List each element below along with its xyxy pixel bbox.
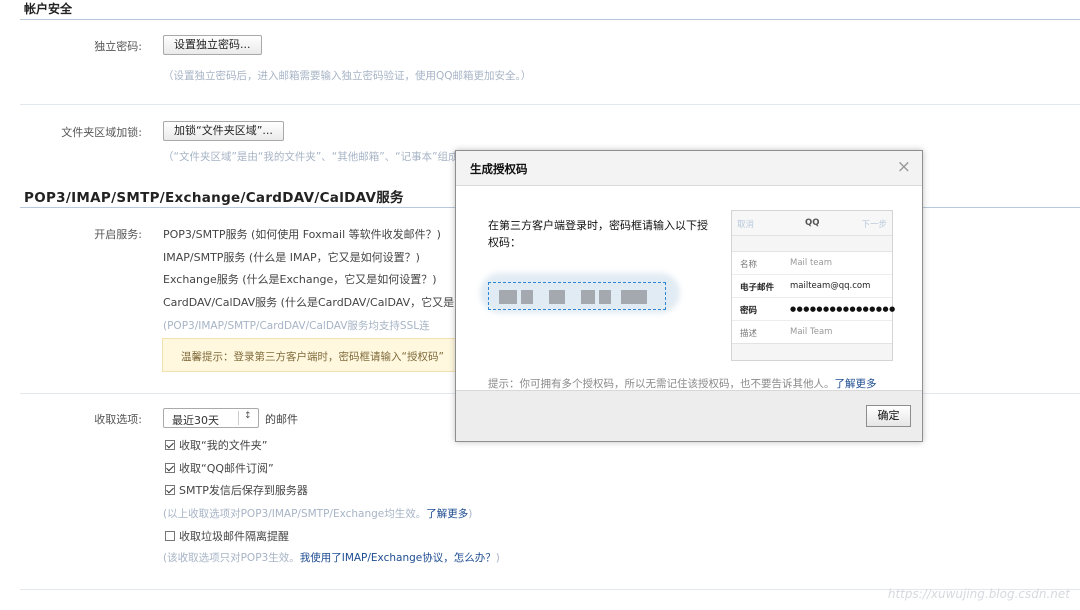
select-separator: [238, 411, 239, 425]
warm-tip-box: 温馨提示：登录第三方客户端时，密码框请输入“授权码”: [162, 338, 462, 372]
auth-code-dialog: 生成授权码 × 在第三方客户端登录时，密码框请输入以下授权码： 取消 QQ 下一…: [455, 150, 923, 442]
phone-title: QQ: [805, 218, 820, 228]
row-value: ●●●●●●●●●●●●●●●●: [790, 305, 896, 313]
phone-cancel: 取消: [737, 220, 755, 230]
service-imap-smtp[interactable]: IMAP/SMTP服务 (什么是 IMAP，它又是如何设置？): [163, 249, 420, 265]
row-value: Mail team: [790, 258, 833, 268]
receive-range-select[interactable]: 最近30天 ↕: [163, 408, 259, 428]
enable-service-label: 开启服务:: [94, 228, 142, 241]
phone-row-name: 名称 Mail team: [732, 252, 892, 275]
note-text: 提示：你可拥有多个授权码，所以无需记住该授权码，也不要告诉其他人。: [488, 378, 835, 390]
pop3-only-hint: (该收取选项只对POP3生效。我使用了IMAP/Exchange协议，怎么办？): [163, 550, 500, 565]
checkbox-checked-icon[interactable]: [165, 440, 175, 450]
checkbox-checked-icon[interactable]: [165, 485, 175, 495]
dialog-header: 生成授权码 ×: [456, 151, 922, 186]
row-divider: [20, 104, 1080, 105]
masked-code-block: [521, 290, 533, 304]
client-setup-illustration: 取消 QQ 下一步 名称 Mail team 电子邮件 mailteam@qq.…: [731, 210, 895, 361]
masked-code-block: [599, 290, 611, 304]
warm-tip-text: 温馨提示：登录第三方客户端时，密码框请输入“授权码”: [181, 351, 444, 363]
learn-more-link[interactable]: 了解更多: [426, 508, 468, 520]
folder-lock-label: 文件夹区域加锁:: [61, 126, 142, 139]
phone-row-description: 描述 Mail Team: [732, 321, 892, 343]
dialog-footer: 确定: [456, 390, 922, 441]
service-carddav-caldav[interactable]: CardDAV/CalDAV服务 (什么是CardDAV/CalDAV，它又是: [163, 294, 454, 310]
row-key: 密码: [740, 306, 758, 316]
receive-options-label: 收取选项:: [94, 413, 142, 426]
row-value: mailteam@qq.com: [790, 281, 871, 291]
masked-code-block: [581, 290, 595, 304]
checkbox-qq-subscription[interactable]: 收取“QQ邮件订阅”: [165, 460, 274, 476]
checkbox-label: 收取“QQ邮件订阅”: [179, 462, 274, 475]
checkbox-unchecked-icon[interactable]: [165, 531, 175, 541]
checkbox-checked-icon[interactable]: [165, 463, 175, 473]
imap-exchange-link[interactable]: 我使用了IMAP/Exchange协议，怎么办？: [300, 552, 496, 564]
service-pop3-smtp[interactable]: POP3/SMTP服务 (如何使用 Foxmail 等软件收发邮件？): [163, 226, 441, 242]
receive-options-hint: (以上收取选项对POP3/IMAP/SMTP/Exchange均生效。了解更多): [163, 506, 472, 521]
hint-close: ): [495, 552, 500, 564]
set-independent-password-button[interactable]: 设置独立密码...: [163, 35, 262, 55]
row-key: 电子邮件: [740, 283, 775, 293]
receive-range-value: 最近30天: [172, 414, 219, 427]
checkbox-label: 收取垃圾邮件隔离提醒: [179, 530, 289, 543]
masked-code-block: [499, 290, 517, 304]
learn-more-link[interactable]: 了解更多: [835, 378, 877, 390]
checkbox-my-folders[interactable]: 收取“我的文件夹”: [165, 437, 267, 453]
section-divider: [20, 19, 1080, 20]
auth-code-instruction: 在第三方客户端登录时，密码框请输入以下授权码：: [488, 219, 708, 249]
row-value: Mail Team: [790, 327, 833, 337]
hint-text: (以上收取选项对POP3/IMAP/SMTP/Exchange均生效。: [163, 508, 427, 520]
folder-lock-hint: （“文件夹区域”是由“我的文件夹”、“其他邮箱”、“记事本”组成: [163, 151, 459, 163]
phone-form: 名称 Mail team 电子邮件 mailteam@qq.com 密码 ●●●…: [732, 251, 895, 344]
row-key: 名称: [740, 260, 758, 270]
auth-code-note: 提示：你可拥有多个授权码，所以无需记住该授权码，也不要告诉其他人。了解更多: [488, 376, 877, 391]
auth-code-field[interactable]: [488, 282, 666, 310]
hint-text: (该收取选项只对POP3生效。: [163, 552, 300, 564]
close-icon[interactable]: ×: [897, 157, 911, 177]
receive-range-suffix: 的邮件: [265, 413, 298, 426]
checkbox-spam-reminder[interactable]: 收取垃圾邮件隔离提醒: [165, 528, 289, 544]
section-title-account-security: 帐户安全: [24, 2, 73, 16]
phone-row-email: 电子邮件 mailteam@qq.com: [732, 275, 892, 298]
row-key: 描述: [740, 329, 758, 339]
lock-folder-area-button[interactable]: 加锁“文件夹区域”...: [163, 121, 284, 141]
service-exchange[interactable]: Exchange服务 (什么是Exchange，它又是如何设置？): [163, 271, 437, 287]
dialog-title: 生成授权码: [470, 162, 528, 176]
phone-nav-bar: 取消 QQ 下一步: [732, 211, 892, 236]
ssl-support-hint: (POP3/IMAP/SMTP/CardDAV/CalDAV服务均支持SSL连: [163, 320, 430, 332]
phone-next: 下一步: [861, 220, 887, 230]
checkbox-label: 收取“我的文件夹”: [179, 439, 268, 452]
independent-password-hint: （设置独立密码后，进入邮箱需要输入独立密码验证，使用QQ邮箱更加安全。）: [163, 70, 532, 82]
checkbox-label: SMTP发信后保存到服务器: [179, 484, 308, 497]
masked-code-block: [621, 290, 647, 304]
watermark: https://xuwujing.blog.csdn.net: [887, 587, 1070, 601]
confirm-button[interactable]: 确定: [866, 405, 911, 427]
independent-password-label: 独立密码:: [94, 40, 142, 53]
masked-code-block: [549, 290, 565, 304]
checkbox-smtp-save[interactable]: SMTP发信后保存到服务器: [165, 482, 308, 498]
select-arrows-icon: ↕: [244, 411, 252, 421]
hint-close: ): [468, 508, 473, 520]
phone-row-password: 密码 ●●●●●●●●●●●●●●●●: [732, 298, 895, 321]
section-title-services: POP3/IMAP/SMTP/Exchange/CardDAV/CalDAV服务: [24, 190, 404, 206]
